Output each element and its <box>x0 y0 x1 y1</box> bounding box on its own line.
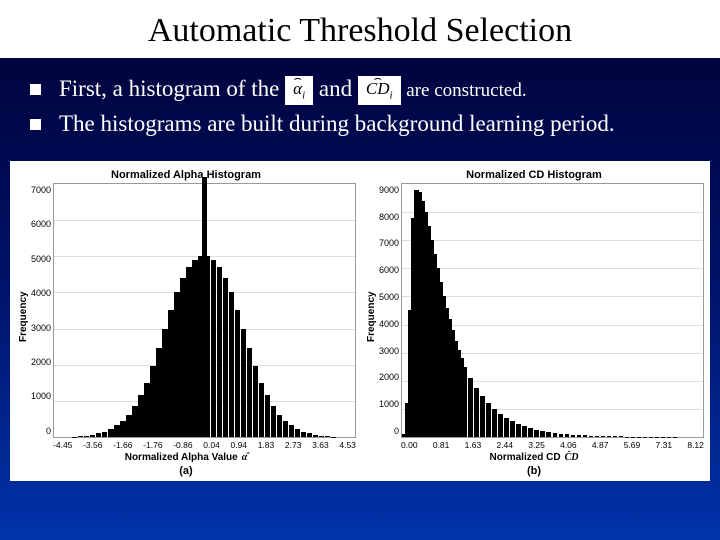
bullet-2: The histograms are built during backgrou… <box>30 109 690 139</box>
chart-a-plot <box>53 183 356 438</box>
chart-a-xlabel-sym: α̂ <box>242 452 248 463</box>
chart-b-sublabel: (b) <box>527 465 541 477</box>
alpha-hat-icon: α <box>293 79 302 98</box>
chart-b-yticks: 9000800070006000500040003000200010000 <box>379 183 401 450</box>
bullet-1: First, a histogram of the αi and CDi are… <box>30 74 690 105</box>
cd-sub: i <box>389 90 392 102</box>
cd-hat-icon: CD <box>366 79 390 98</box>
bullet-1-pre: First, a histogram of the <box>59 76 285 101</box>
chart-a-yticks: 70006000500040003000200010000 <box>31 183 53 450</box>
bullet-1-post: are constructed. <box>406 80 526 101</box>
chart-b-title: Normalized CD Histogram <box>466 169 602 181</box>
chart-a-sublabel: (a) <box>179 465 192 477</box>
chart-b-frame: Frequency 900080007000600050004000300020… <box>364 183 704 450</box>
bullet-icon <box>30 119 41 130</box>
chart-b-ylabel: Frequency <box>364 183 379 450</box>
chart-b: Normalized CD Histogram Frequency 900080… <box>364 169 704 477</box>
chart-a-title: Normalized Alpha Histogram <box>111 169 261 181</box>
chart-b-xticks: 0.000.811.632.443.254.064.875.697.318.12 <box>401 438 704 450</box>
chart-a-xlabel-text: Normalized Alpha Value <box>125 452 238 463</box>
chart-b-xlabel-sym: ĈD <box>565 452 579 463</box>
chart-a-xlabel: Normalized Alpha Value α̂ <box>125 452 248 463</box>
bullet-1-text: First, a histogram of the αi and CDi are… <box>59 74 690 105</box>
bullet-icon <box>30 84 41 95</box>
chart-b-xlabel-text: Normalized CD <box>489 452 560 463</box>
alpha-sub: i <box>302 90 305 102</box>
charts-panel: Normalized Alpha Histogram Frequency 700… <box>10 161 710 481</box>
cd-symbol: CDi <box>358 76 401 105</box>
chart-b-xlabel: Normalized CD ĈD <box>489 452 578 463</box>
chart-a-frame: Frequency 70006000500040003000200010000 … <box>16 183 356 450</box>
page-title: Automatic Threshold Selection <box>0 0 720 58</box>
bullet-1-mid: and <box>319 76 358 101</box>
content-area: First, a histogram of the αi and CDi are… <box>0 58 720 151</box>
chart-a-ylabel: Frequency <box>16 183 31 450</box>
chart-a-xticks: -4.45-3.56-1.66-1.76-0.860.040.941.832.7… <box>53 438 356 450</box>
alpha-symbol: αi <box>285 76 313 105</box>
chart-b-plot <box>401 183 704 438</box>
chart-a: Normalized Alpha Histogram Frequency 700… <box>16 169 356 477</box>
bullet-2-text: The histograms are built during backgrou… <box>59 109 690 139</box>
